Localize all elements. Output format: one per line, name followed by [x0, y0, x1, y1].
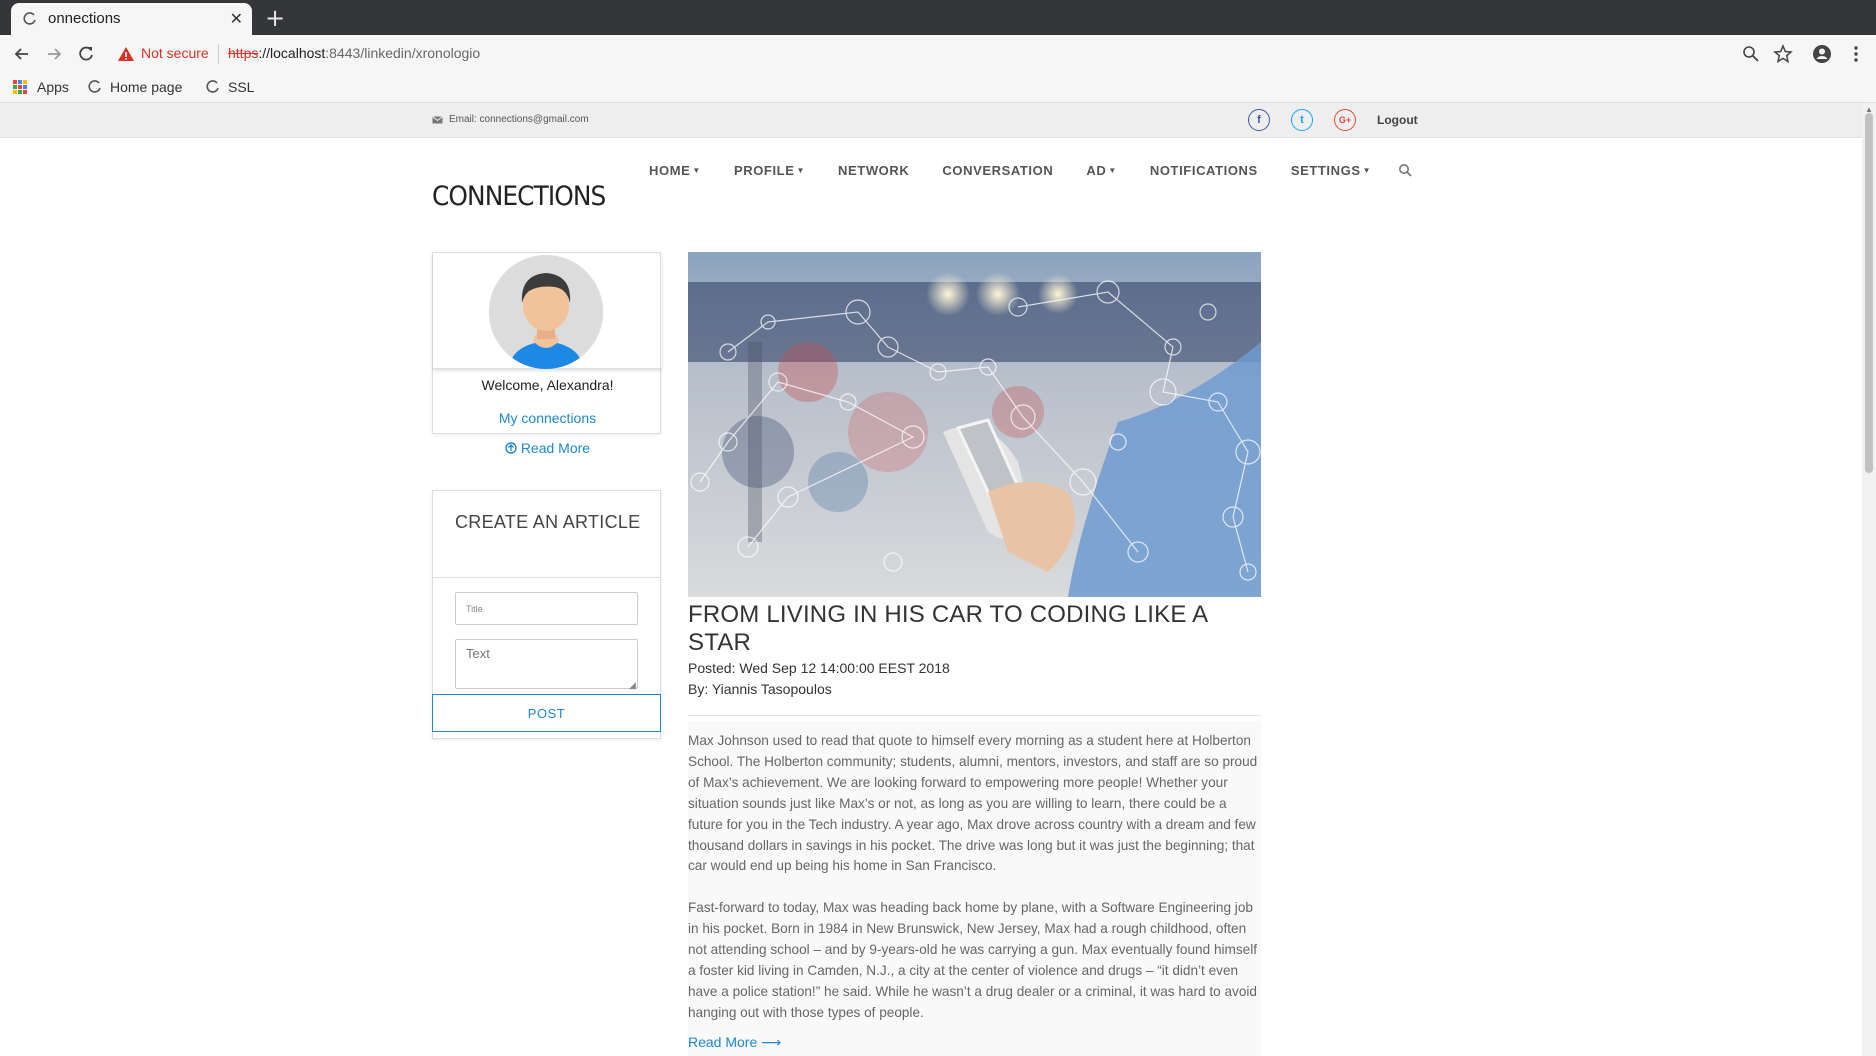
apps-icon: [13, 80, 27, 94]
page-content: Email: connections@gmail.com f t G+ Logo…: [0, 103, 1862, 1056]
divider: [433, 577, 660, 578]
url-divider: [218, 44, 219, 64]
nav-home-label: HOME: [649, 162, 691, 178]
create-article-heading: CREATE AN ARTICLE: [455, 512, 641, 532]
article-posted-date: Posted: Wed Sep 12 14:00:00 EEST 2018: [688, 660, 950, 676]
resize-handle-icon[interactable]: ◢: [629, 680, 636, 691]
main-nav: HOME ▼ PROFILE ▼ NETWORK CONVERSATION AD ▼ …: [649, 160, 1412, 180]
smartphone-network-image: [688, 252, 1261, 597]
article-hero-image: [688, 252, 1261, 597]
nav-profile-label: PROFILE: [733, 162, 795, 178]
browser-tabstrip: onnections ✕ +: [0, 0, 1876, 35]
divider: [688, 715, 1261, 716]
nav-profile[interactable]: PROFILE ▼: [734, 163, 805, 178]
warning-icon[interactable]: [117, 45, 135, 63]
nav-network[interactable]: NETWORK: [838, 163, 909, 178]
reload-icon[interactable]: [75, 43, 97, 65]
tab-close-icon[interactable]: ✕: [230, 9, 243, 29]
back-icon[interactable]: [11, 43, 33, 65]
loading-icon: [23, 12, 36, 25]
url-scheme: https: [228, 45, 259, 61]
google-plus-icon[interactable]: G+: [1334, 109, 1356, 131]
url-host: ://localhost: [258, 45, 326, 61]
forward-icon[interactable]: [43, 43, 65, 65]
post-button[interactable]: POST: [432, 694, 661, 732]
security-label[interactable]: Not secure: [141, 45, 209, 61]
nav-settings[interactable]: SETTINGS ▼: [1291, 163, 1371, 178]
tab-title: onnections: [48, 10, 121, 27]
welcome-text: Welcome, Alexandra!: [481, 377, 614, 393]
nav-notifications[interactable]: NOTIFICATIONS: [1150, 163, 1258, 178]
profile-read-more-link[interactable]: Read More: [433, 440, 662, 456]
bookmark-apps-label: Apps: [37, 79, 69, 95]
article-read-more-link[interactable]: Read More ⟶: [688, 1034, 781, 1051]
zoom-icon[interactable]: [1740, 43, 1762, 65]
url-path: :8443/linkedin/xronologio: [325, 45, 481, 61]
caret-down-icon: ▼: [1108, 165, 1117, 175]
avatar[interactable]: [489, 255, 603, 369]
caret-down-icon: ▼: [796, 165, 806, 175]
page-scrollbar[interactable]: ▲: [1862, 103, 1876, 1056]
nav-home[interactable]: HOME ▼: [649, 163, 701, 178]
caret-down-icon: ▼: [692, 165, 701, 175]
twitter-icon[interactable]: t: [1291, 109, 1313, 131]
scrollbar-thumb[interactable]: [1865, 113, 1873, 473]
article-title[interactable]: FROM LIVING IN HIS CAR TO CODING LIKE A …: [688, 601, 1261, 657]
browser-tab[interactable]: onnections ✕: [11, 3, 252, 35]
facebook-icon[interactable]: f: [1248, 109, 1270, 131]
nav-ad[interactable]: AD ▼: [1086, 163, 1117, 178]
nav-conversation[interactable]: CONVERSATION: [942, 163, 1053, 178]
article-text-input[interactable]: [455, 639, 638, 689]
create-article-card: CREATE AN ARTICLE ◢ POST: [432, 490, 661, 739]
user-avatar-icon: [489, 255, 603, 369]
avatar-box: [433, 253, 662, 369]
loading-icon: [88, 80, 101, 93]
browser-toolbar: Not secure https://localhost:8443/linked…: [0, 35, 1876, 72]
menu-icon[interactable]: [1845, 43, 1867, 65]
search-icon[interactable]: [1398, 163, 1412, 177]
contact-email-text: Email: connections@gmail.com: [449, 114, 589, 125]
article-author: By: Yiannis Tasopoulos: [688, 681, 832, 697]
site-logo[interactable]: CONNECTIONS: [432, 181, 606, 212]
bookmark-star-icon[interactable]: [1772, 43, 1794, 65]
article-title-input[interactable]: [455, 592, 638, 625]
site-topbar: Email: connections@gmail.com f t G+ Logo…: [0, 103, 1862, 138]
profile-card: Welcome, Alexandra! My connections Read …: [432, 252, 662, 456]
caret-down-icon: ▼: [1362, 165, 1372, 175]
bookmarks-bar: Apps Home page SSL: [0, 72, 1876, 103]
article-paragraph-1: Max Johnson used to read that quote to h…: [688, 733, 1258, 874]
contact-email: Email: connections@gmail.com: [432, 114, 589, 125]
logout-link[interactable]: Logout: [1377, 113, 1418, 127]
nav-settings-label: SETTINGS: [1290, 162, 1361, 178]
bookmark-ssl[interactable]: SSL: [206, 77, 254, 97]
arrow-circle-icon: [505, 442, 517, 454]
address-bar[interactable]: https://localhost:8443/linkedin/xronolog…: [228, 45, 480, 61]
article-paragraph-2: Fast-forward to today, Max was heading b…: [688, 900, 1257, 1020]
nav-ad-label: AD: [1086, 162, 1107, 178]
profile-read-more-label: Read More: [520, 440, 591, 456]
new-tab-icon[interactable]: +: [265, 4, 285, 32]
my-connections-link[interactable]: My connections: [433, 410, 662, 426]
bookmark-ssl-label: SSL: [228, 79, 255, 95]
bookmark-home-page[interactable]: Home page: [88, 77, 182, 97]
envelope-icon: [432, 115, 443, 123]
account-icon[interactable]: [1811, 43, 1833, 65]
loading-icon: [206, 80, 219, 93]
bookmark-apps[interactable]: Apps: [13, 77, 69, 97]
bookmark-home-label: Home page: [110, 79, 183, 95]
